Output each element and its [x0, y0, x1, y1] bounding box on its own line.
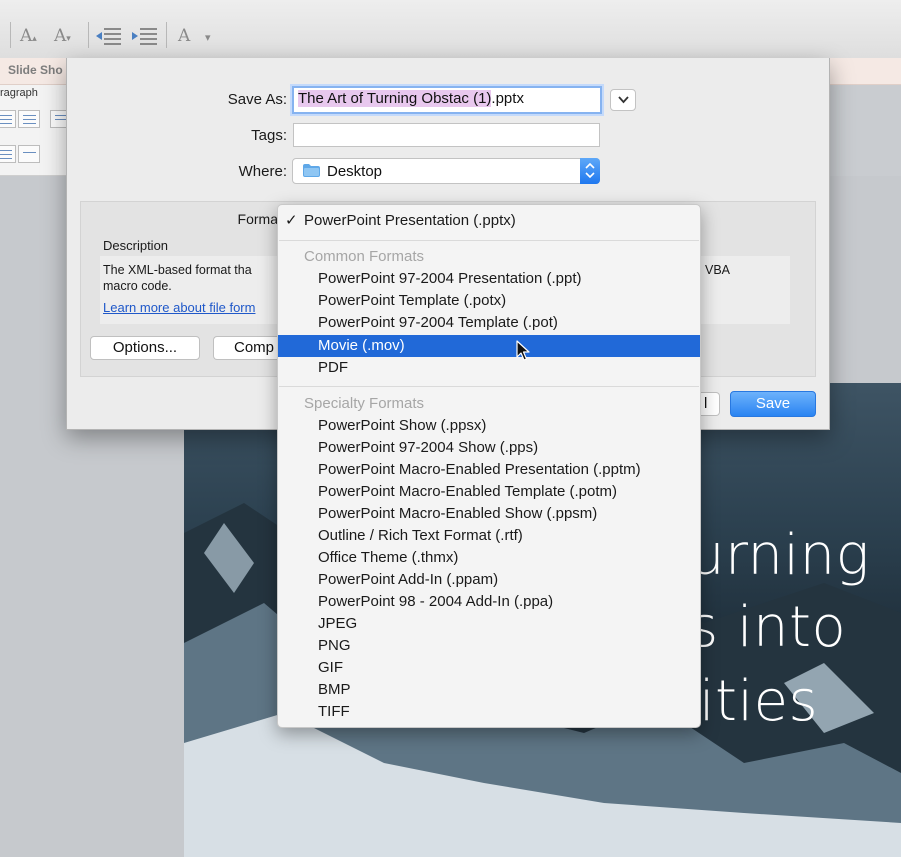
- learn-more-link[interactable]: Learn more about file form: [103, 300, 255, 315]
- format-label: Forma: [237, 211, 278, 227]
- folder-icon: [303, 164, 320, 177]
- menu-item-potm[interactable]: PowerPoint Macro-Enabled Template (.potm…: [278, 481, 700, 503]
- menu-item-thmx[interactable]: Office Theme (.thmx): [278, 547, 700, 569]
- font-down-glyph: A: [54, 26, 67, 46]
- ribbon-separator: [10, 22, 11, 48]
- menu-item-rtf[interactable]: Outline / Rich Text Format (.rtf): [278, 525, 700, 547]
- description-text-line-2: macro code.: [103, 279, 172, 293]
- menu-item-ppam[interactable]: PowerPoint Add-In (.ppam): [278, 569, 700, 591]
- where-popup[interactable]: Desktop: [292, 158, 600, 184]
- save-button[interactable]: Save: [730, 391, 816, 417]
- menu-item-ppsx[interactable]: PowerPoint Show (.ppsx): [278, 415, 700, 437]
- checkmark-icon: ✓: [285, 212, 298, 229]
- menu-item-tiff[interactable]: TIFF: [278, 701, 700, 723]
- file-format-menu: ✓ PowerPoint Presentation (.pptx) Common…: [277, 204, 701, 728]
- filename-extension: .pptx: [491, 90, 524, 107]
- slide-title-line-3: ities: [699, 669, 819, 734]
- expand-dialog-button[interactable]: [610, 89, 636, 111]
- menu-header-common-formats: Common Formats: [304, 248, 425, 265]
- font-up-glyph: A: [20, 26, 33, 46]
- chevron-down-icon: [618, 96, 629, 104]
- indent-list-icon[interactable]: [18, 110, 40, 128]
- tab-slide-show[interactable]: Slide Sho: [8, 63, 63, 77]
- ribbon-separator: [166, 22, 167, 48]
- columns-icon[interactable]: [18, 145, 40, 163]
- menu-separator: [279, 240, 699, 241]
- menu-item-ppsm[interactable]: PowerPoint Macro-Enabled Show (.ppsm): [278, 503, 700, 525]
- menu-header-specialty-formats: Specialty Formats: [304, 395, 425, 412]
- menu-item-bmp[interactable]: BMP: [278, 679, 700, 701]
- description-text-line-1: The XML-based format tha: [103, 263, 252, 277]
- menu-item-gif[interactable]: GIF: [278, 657, 700, 679]
- where-stepper[interactable]: [580, 158, 600, 184]
- menu-item-ppt[interactable]: PowerPoint 97-2004 Presentation (.ppt): [278, 268, 700, 290]
- justify-icon[interactable]: [0, 145, 16, 163]
- where-label: Where:: [238, 163, 287, 180]
- increase-indent-icon[interactable]: [132, 26, 158, 46]
- description-label: Description: [103, 238, 169, 253]
- menu-item-pps[interactable]: PowerPoint 97-2004 Show (.pps): [278, 437, 700, 459]
- font-up-arrow: ▴: [32, 33, 37, 43]
- options-button[interactable]: Options...: [90, 336, 200, 360]
- slide-title-line-1: urning: [689, 523, 870, 588]
- text-style-glyph: A: [178, 26, 191, 46]
- align-icon[interactable]: [0, 110, 16, 128]
- increase-font-size-button[interactable]: A▴: [20, 26, 37, 46]
- menu-separator: [279, 386, 699, 387]
- tags-field[interactable]: [293, 123, 600, 147]
- menu-item-mov[interactable]: Movie (.mov): [278, 335, 700, 357]
- menu-item-pptm[interactable]: PowerPoint Macro-Enabled Presentation (.…: [278, 459, 700, 481]
- save-as-field[interactable]: The Art of Turning Obstac (1).pptx: [292, 86, 602, 114]
- menu-item-potx[interactable]: PowerPoint Template (.potx): [278, 290, 700, 312]
- font-down-arrow: ▾: [66, 33, 71, 43]
- menu-item-pot[interactable]: PowerPoint 97-2004 Template (.pot): [278, 312, 700, 334]
- decrease-indent-icon[interactable]: [96, 26, 122, 46]
- description-text-right: VBA: [705, 263, 731, 277]
- filename-selection: The Art of Turning Obstac (1): [298, 90, 492, 107]
- menu-item-ppa[interactable]: PowerPoint 98 - 2004 Add-In (.ppa): [278, 591, 700, 613]
- mouse-cursor-icon: [516, 340, 530, 361]
- menu-item-pdf[interactable]: PDF: [278, 357, 700, 379]
- save-as-label: Save As:: [227, 91, 287, 108]
- paragraph-group-label: ragraph: [0, 87, 38, 99]
- menu-item-label: PowerPoint Presentation (.pptx): [304, 212, 516, 229]
- ribbon-toolbar: A▴ A▾ A ▾: [0, 0, 901, 59]
- where-value: Desktop: [327, 163, 383, 180]
- text-style-dropdown-icon[interactable]: ▾: [205, 31, 211, 44]
- menu-item-jpeg[interactable]: JPEG: [278, 613, 700, 635]
- cancel-button-label: l: [704, 395, 708, 412]
- ribbon-separator: [88, 22, 89, 48]
- tags-label: Tags:: [251, 127, 287, 144]
- decrease-font-size-button[interactable]: A▾: [54, 26, 71, 46]
- slide-title-line-2: s into: [689, 595, 847, 660]
- text-style-button[interactable]: A: [178, 26, 190, 46]
- menu-item-png[interactable]: PNG: [278, 635, 700, 657]
- menu-item-pptx[interactable]: ✓ PowerPoint Presentation (.pptx): [278, 210, 700, 232]
- up-down-arrows-icon: [585, 163, 595, 178]
